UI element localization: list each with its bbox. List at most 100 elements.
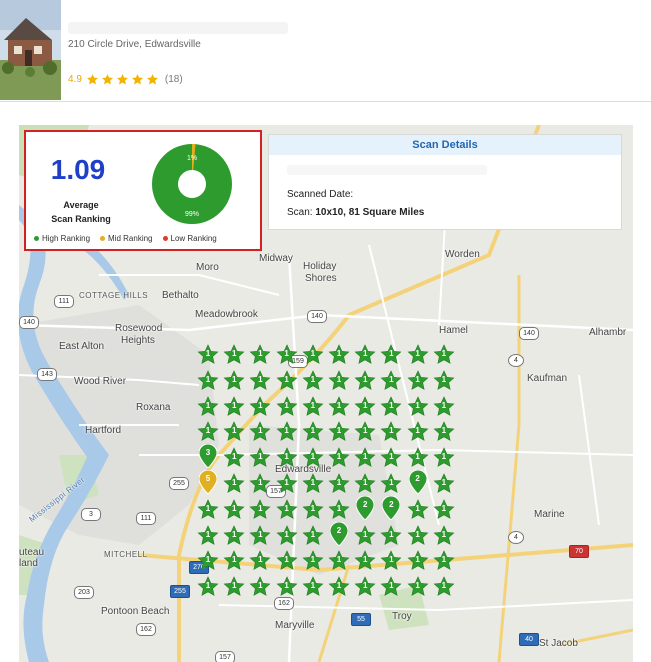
rank-pin-star[interactable]: 1 — [276, 524, 298, 547]
rank-pin-star[interactable]: 1 — [223, 421, 245, 443]
rank-pin-star[interactable]: 1 — [433, 473, 455, 495]
rank-pin-star[interactable]: 1 — [249, 550, 271, 572]
rank-pin-star[interactable]: 1 — [197, 344, 219, 366]
rank-pin-drop[interactable]: 2 — [382, 495, 401, 520]
rank-pin-star[interactable]: 1 — [380, 370, 402, 392]
rank-pin-star[interactable]: 1 — [302, 447, 324, 469]
rank-pin-star[interactable]: 1 — [302, 524, 324, 547]
rank-pin-star[interactable]: 1 — [407, 550, 429, 572]
rank-pin-star[interactable]: 1 — [433, 550, 455, 572]
rank-pin-star[interactable]: 1 — [197, 524, 219, 547]
rank-pin-star[interactable]: 1 — [380, 473, 402, 495]
rank-pin-star[interactable]: 1 — [276, 370, 298, 392]
rank-pin-star[interactable]: 1 — [328, 370, 350, 392]
rank-pin-star[interactable]: 1 — [407, 344, 429, 366]
rank-pin-star[interactable]: 1 — [407, 524, 429, 547]
rank-pin-star[interactable]: 1 — [354, 395, 376, 418]
rank-pin-star[interactable]: 1 — [276, 447, 298, 469]
rank-pin-star[interactable]: 1 — [249, 447, 271, 469]
rank-pin-star[interactable]: 1 — [380, 550, 402, 572]
rank-pin-star[interactable]: 1 — [433, 524, 455, 547]
rank-pin-star[interactable]: 1 — [433, 576, 455, 598]
rank-pin-star[interactable]: 1 — [249, 395, 271, 418]
rank-pin-star[interactable]: 1 — [380, 447, 402, 469]
rank-pin-star[interactable]: 1 — [223, 524, 245, 547]
rank-pin-star[interactable]: 1 — [276, 344, 298, 366]
rank-pin-star[interactable]: 1 — [380, 576, 402, 598]
rank-pin-star[interactable]: 1 — [302, 370, 324, 392]
rank-pin-star[interactable]: 1 — [223, 395, 245, 418]
rank-pin-star[interactable]: 1 — [302, 395, 324, 418]
rank-pin-star[interactable]: 1 — [302, 550, 324, 572]
rank-pin-star[interactable]: 1 — [328, 550, 350, 572]
rank-pin-star[interactable]: 1 — [249, 344, 271, 366]
rank-pin-star[interactable]: 1 — [223, 576, 245, 598]
rank-pin-star[interactable]: 1 — [328, 499, 350, 521]
rank-pin-star[interactable]: 1 — [302, 499, 324, 521]
rank-pin-star[interactable]: 1 — [407, 499, 429, 521]
rank-pin-star[interactable]: 1 — [433, 370, 455, 392]
rank-pin-star[interactable]: 1 — [354, 524, 376, 547]
rank-pin-star[interactable]: 1 — [249, 576, 271, 598]
rank-pin-star[interactable]: 1 — [354, 473, 376, 495]
rank-pin-star[interactable]: 1 — [197, 395, 219, 418]
rank-pin-star[interactable]: 1 — [407, 447, 429, 469]
rank-pin-star[interactable]: 1 — [249, 421, 271, 443]
rank-pin-star[interactable]: 1 — [302, 473, 324, 495]
rank-pin-star[interactable]: 1 — [407, 576, 429, 598]
rank-pin-star[interactable]: 1 — [354, 576, 376, 598]
rank-pin-drop[interactable]: 5 — [199, 470, 217, 494]
rank-pin-star[interactable]: 1 — [328, 421, 350, 443]
rank-pin-star[interactable]: 1 — [197, 421, 219, 443]
rank-pin-star[interactable]: 1 — [223, 550, 245, 572]
rank-pin-star[interactable]: 1 — [433, 447, 455, 469]
rank-pin-star[interactable]: 1 — [380, 421, 402, 443]
rank-pin-star[interactable]: 1 — [276, 421, 298, 443]
rank-pin-star[interactable]: 1 — [433, 499, 455, 521]
rank-pin-star[interactable]: 1 — [197, 499, 219, 521]
rank-pin-star[interactable]: 1 — [197, 370, 219, 392]
rank-pin-star[interactable]: 1 — [276, 473, 298, 495]
rank-pin-star[interactable]: 1 — [223, 344, 245, 366]
rank-pin-drop[interactable]: 2 — [408, 470, 427, 494]
rank-pin-drop[interactable]: 2 — [330, 521, 348, 546]
rank-pin-star[interactable]: 1 — [354, 447, 376, 469]
rank-pin-star[interactable]: 1 — [328, 395, 350, 418]
rank-pin-star[interactable]: 1 — [197, 576, 219, 598]
rank-pin-star[interactable]: 1 — [249, 473, 271, 495]
rank-pin-star[interactable]: 1 — [328, 576, 350, 598]
rank-pin-star[interactable]: 1 — [407, 421, 429, 443]
rank-pin-drop[interactable]: 3 — [199, 444, 217, 469]
rank-pin-drop[interactable]: 2 — [356, 495, 375, 520]
rank-pin-star[interactable]: 1 — [380, 395, 402, 418]
rank-pin-star[interactable]: 1 — [354, 421, 376, 443]
rank-pin-star[interactable]: 1 — [328, 447, 350, 469]
rank-pin-star[interactable]: 1 — [276, 576, 298, 598]
rank-pin-star[interactable]: 1 — [249, 370, 271, 392]
rank-pin-star[interactable]: 1 — [223, 370, 245, 392]
rank-pin-star[interactable]: 1 — [223, 447, 245, 469]
rank-pin-star[interactable]: 1 — [380, 344, 402, 366]
rank-pin-star[interactable]: 1 — [380, 524, 402, 547]
rank-pin-star[interactable]: 1 — [433, 421, 455, 443]
rank-pin-star[interactable]: 1 — [276, 499, 298, 521]
rank-pin-star[interactable]: 1 — [249, 499, 271, 521]
rank-pin-star[interactable]: 1 — [354, 370, 376, 392]
rank-pin-star[interactable]: 1 — [276, 395, 298, 418]
rank-pin-star[interactable]: 1 — [407, 395, 429, 418]
rank-pin-star[interactable]: 1 — [249, 524, 271, 547]
rank-pin-star[interactable]: 1 — [223, 499, 245, 521]
rank-pin-star[interactable]: 1 — [223, 473, 245, 495]
rank-pin-star[interactable]: 1 — [354, 550, 376, 572]
rank-pin-star[interactable]: 1 — [302, 576, 324, 598]
rank-pin-star[interactable]: 1 — [328, 344, 350, 366]
rank-pin-star[interactable]: 1 — [302, 421, 324, 443]
rank-pin-star[interactable]: 1 — [433, 395, 455, 418]
rank-pin-star[interactable]: 1 — [197, 550, 219, 572]
rank-pin-star[interactable]: 1 — [433, 344, 455, 366]
rank-pin-star[interactable]: 1 — [276, 550, 298, 572]
rank-pin-star[interactable]: 1 — [328, 473, 350, 495]
rank-pin-star[interactable]: 1 — [407, 370, 429, 392]
rank-pin-star[interactable]: 1 — [354, 344, 376, 366]
rank-pin-star[interactable]: 1 — [302, 344, 324, 366]
